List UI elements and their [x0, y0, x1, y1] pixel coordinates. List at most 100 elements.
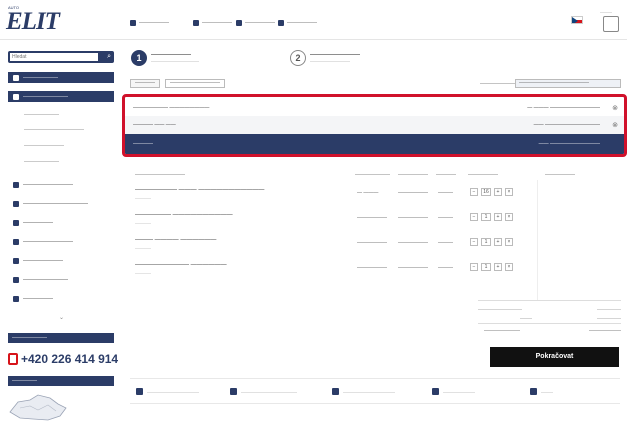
wrench-icon — [193, 20, 199, 26]
logo[interactable]: ELIT — [6, 8, 60, 36]
total-value: —————— — [597, 315, 621, 320]
qty-increase-button[interactable]: + — [494, 213, 502, 221]
qty-increase-button[interactable]: + — [494, 188, 502, 196]
divider — [478, 323, 621, 324]
col-header: —————— — [545, 172, 575, 178]
sidebar-item-8[interactable]: —————— — [8, 218, 114, 227]
stock: ——— — [438, 265, 453, 271]
unit-price: —————— — [357, 215, 387, 221]
sidebar-item-12[interactable]: —————— — [8, 294, 114, 303]
sidebar-item-9[interactable]: —————————— — [8, 237, 114, 246]
table-row: ——— ———— —————— ———— —————— —————— ——— −… — [130, 234, 620, 258]
continue-shopping-button[interactable]: —————————— — [165, 79, 225, 88]
feature-item: ———————— — [432, 388, 475, 395]
qty-decrease-button[interactable]: − — [470, 213, 478, 221]
sidebar-item-10[interactable]: ———————— — [8, 256, 114, 265]
czech-flag-icon[interactable] — [571, 16, 583, 24]
qty-increase-button[interactable]: + — [494, 238, 502, 246]
grand-total-value: ———————— — [589, 327, 621, 332]
qty-input[interactable]: 16 — [481, 188, 491, 196]
wrench-icon — [13, 276, 19, 283]
remove-icon[interactable]: × — [505, 263, 513, 271]
product-name[interactable]: ——— ———— —————— — [135, 237, 216, 243]
feature-item: —————————————— — [230, 388, 297, 395]
product-name[interactable]: —————— —————————— — [135, 212, 233, 218]
top-nav-item-2[interactable]: —————— — [193, 20, 232, 26]
sidebar-item-3[interactable]: ———————————— — [8, 126, 114, 134]
total-value: —————— — [597, 306, 621, 311]
close-icon[interactable]: ⊗ — [612, 104, 618, 112]
qty-increase-button[interactable]: + — [494, 263, 502, 271]
back-button[interactable]: ———— — [130, 79, 160, 88]
cart-icon[interactable] — [603, 16, 619, 32]
sidebar-item-2[interactable]: ——————— — [8, 111, 114, 119]
cart-label: ——— — [600, 9, 612, 14]
header: AUTO ELIT —————— —————— —————— —————— ——… — [0, 0, 627, 40]
truck-icon — [530, 388, 537, 395]
search-icon[interactable]: ⌕ — [107, 53, 111, 61]
currency-select[interactable]: —————————————— — [515, 79, 621, 88]
product-name[interactable]: ——————— ——— ——————————— — [135, 187, 264, 193]
step-2[interactable]: 2 —————————— —————————— — [290, 50, 360, 66]
chevron-down-icon[interactable]: ⌄ — [59, 314, 64, 321]
feature-item: ————————————— — [332, 388, 395, 395]
car-icon — [13, 200, 19, 207]
truck-icon — [13, 181, 19, 188]
continue-order-button[interactable]: Pokračovat — [490, 347, 619, 367]
search-input[interactable] — [10, 53, 98, 61]
feature-item: ——— — [530, 388, 553, 395]
sidebar-item-5[interactable]: ——————— — [8, 158, 114, 166]
product-name[interactable]: ————————— —————— — [135, 262, 227, 268]
shirt-icon — [13, 295, 19, 302]
top-nav-item-4[interactable]: —————— — [278, 20, 317, 26]
stock: ——— — [438, 215, 453, 221]
summary-total-row: ———— —— —————————— — [125, 134, 624, 154]
remove-icon[interactable]: × — [505, 238, 513, 246]
col-header: ———— — [436, 172, 456, 178]
features-bar: ————————————— —————————————— ———————————… — [130, 378, 620, 404]
unit-price: —————— — [357, 240, 387, 246]
qty-input[interactable]: 1 — [481, 213, 491, 221]
qty-decrease-button[interactable]: − — [470, 263, 478, 271]
line-total: —————— — [398, 265, 428, 271]
remove-icon[interactable]: × — [505, 188, 513, 196]
info-icon — [130, 20, 136, 26]
sidebar-item-4[interactable]: ———————— — [8, 142, 114, 150]
warning-icon — [13, 257, 19, 264]
divider — [478, 300, 621, 301]
sidebar-item-11[interactable]: ————————— — [8, 275, 114, 284]
step-1-subtitle: ———————————— — [151, 58, 199, 63]
phone-band: ——————— — [8, 333, 114, 343]
product-code: ———— — [135, 245, 151, 250]
phone-number[interactable]: +420 226 414 914 — [8, 352, 118, 366]
remove-icon[interactable]: × — [505, 213, 513, 221]
col-header: —————— — [398, 172, 428, 178]
summary-box: ——————— ———————— — ——— —————————— ⊗ ———— —… — [122, 94, 627, 157]
product-code: ———— — [135, 195, 151, 200]
close-icon[interactable]: ⊗ — [612, 121, 618, 129]
line-total: —————— — [398, 240, 428, 246]
top-nav-item-3[interactable]: —————— — [236, 20, 275, 26]
sidebar-item-6[interactable]: —————————— — [8, 180, 114, 189]
col-header: —————————— — [135, 172, 185, 178]
qty-input[interactable]: 1 — [481, 238, 491, 246]
qty-decrease-button[interactable]: − — [470, 238, 478, 246]
qty-input[interactable]: 1 — [481, 263, 491, 271]
badge-icon — [432, 388, 439, 395]
search-box: ⌕ — [8, 51, 114, 63]
sidebar-item-7[interactable]: ————————————— — [8, 199, 114, 208]
summary-row: ———— —— —— —— ——————————— ⊗ — [125, 116, 624, 134]
bullet-icon — [13, 74, 19, 81]
top-nav-item-1[interactable]: —————— — [130, 20, 169, 26]
col-header: ——————— — [355, 172, 390, 178]
sidebar-item-0[interactable]: ——————— — [8, 72, 114, 83]
phone-icon — [8, 353, 18, 365]
tools-icon — [13, 238, 19, 245]
summary-row: ——————— ———————— — ——— —————————— ⊗ — [125, 100, 624, 116]
grand-total-label: ————————— — [484, 327, 520, 332]
qty-decrease-button[interactable]: − — [470, 188, 478, 196]
sidebar-item-1[interactable]: ————————— — [8, 91, 114, 102]
line-total: —————— — [398, 190, 428, 196]
feature-item: ————————————— — [136, 388, 199, 395]
product-code: ———— — [135, 270, 151, 275]
